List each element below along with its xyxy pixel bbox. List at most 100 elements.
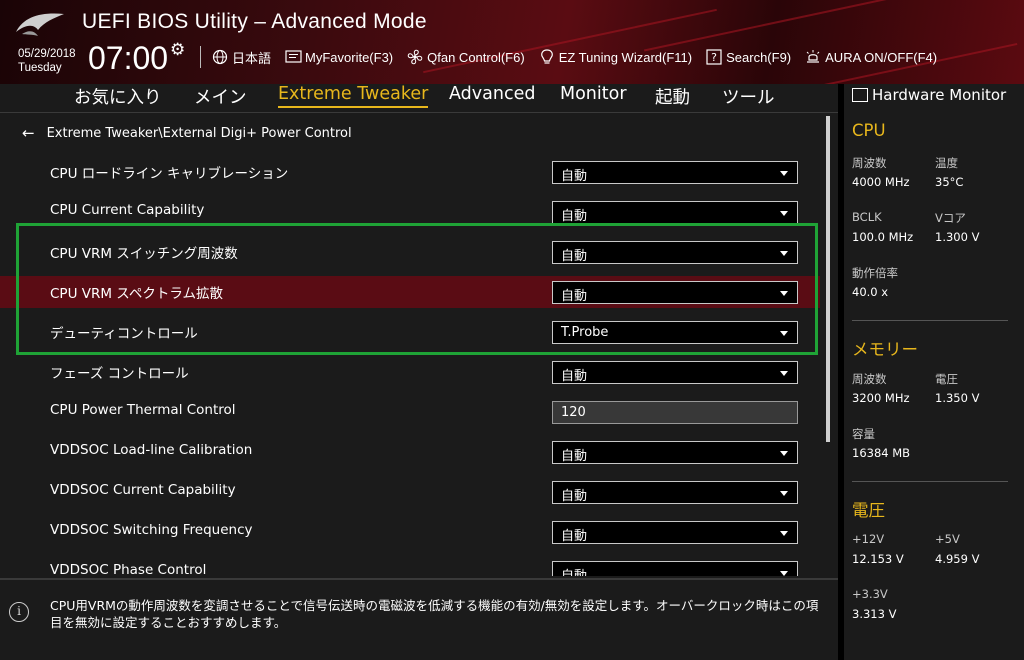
tab-advanced[interactable]: Advanced [449,84,535,104]
clock: 07:00 [88,40,169,76]
cpu-freq-label: 周波数 [852,156,887,170]
caret-down-icon [780,171,788,176]
voltage-12v-value: 12.153 V [852,552,904,566]
aura-toggle-label: AURA ON/OFF(F4) [825,49,938,65]
ez-tuning-wizard-button[interactable]: EZ Tuning Wizard(F11) [538,48,692,66]
setting-label: VDDSOC Phase Control [50,562,207,576]
cpu-bclk-value: 100.0 MHz [852,230,914,244]
setting-dropdown[interactable]: 自動 [552,521,798,544]
dropdown-value: 自動 [561,529,588,544]
tab-extreme-tweaker[interactable]: Extreme Tweaker [278,84,429,108]
favorite-icon [284,48,302,66]
setting-label: VDDSOC Current Capability [50,482,236,498]
rog-logo-icon [16,13,64,36]
cpu-vcore-label: Vコア [935,211,966,225]
memory-freq-label: 周波数 [852,372,887,386]
dropdown-value: 自動 [561,489,588,504]
voltage-5v-value: 4.959 V [935,552,980,566]
dropdown-value: 自動 [561,449,588,464]
setting-row[interactable]: CPU ロードライン キャリブレーション 自動 [0,156,820,188]
header-bar: UEFI BIOS Utility – Advanced Mode 05/29/… [0,0,1024,84]
setting-input[interactable]: 120 [552,401,798,424]
setting-row[interactable]: VDDSOC Switching Frequency 自動 [0,516,820,548]
setting-label: フェーズ コントロール [50,366,189,382]
cpu-ratio-label: 動作倍率 [852,266,898,280]
scrollbar[interactable] [826,116,830,442]
dropdown-value: 自動 [561,369,588,384]
fan-icon [406,48,424,66]
globe-icon [211,48,229,66]
myfavorite-label: MyFavorite(F3) [305,49,394,65]
setting-dropdown[interactable]: 自動 [552,361,798,384]
search-icon: ? [705,48,723,66]
setting-row[interactable]: CPU Power Thermal Control 120 [0,396,820,428]
toolbar-separator [200,46,201,68]
tab-main[interactable]: メイン [194,84,247,109]
main-panel: お気に入り メイン Extreme Tweaker Advanced Monit… [0,84,838,578]
day-label: Tuesday [18,62,62,74]
settings-list: CPU ロードライン キャリブレーション 自動 CPU Current Capa… [0,152,820,576]
dropdown-value: 自動 [561,569,587,576]
dropdown-value: 自動 [561,169,588,184]
setting-row[interactable]: フェーズ コントロール 自動 [0,356,820,388]
tab-boot[interactable]: 起動 [655,84,690,109]
myfavorite-button[interactable]: MyFavorite(F3) [284,48,393,66]
svg-text:?: ? [711,51,717,64]
setting-dropdown[interactable]: 自動 [552,561,798,576]
setting-row[interactable]: VDDSOC Load-line Calibration 自動 [0,436,820,468]
header-decoration [643,0,1017,52]
toolbar: 日本語 MyFavorite(F3) Qfan Control(F6) EZ T… [200,46,950,68]
setting-dropdown[interactable]: 自動 [552,201,798,224]
voltage-33v-label: +3.3V [852,587,888,601]
setting-dropdown[interactable]: 自動 [552,161,798,184]
voltage-33v-value: 3.313 V [852,607,897,621]
section-divider [852,320,1008,321]
back-arrow-icon[interactable]: ← [22,124,35,142]
memory-volt-label: 電圧 [935,372,958,386]
setting-label: VDDSOC Switching Frequency [50,522,253,538]
caret-down-icon [780,211,788,216]
cpu-ratio-value: 40.0 x [852,285,889,299]
tab-favorites[interactable]: お気に入り [74,84,162,109]
memory-heading: メモリー [852,340,918,359]
tab-monitor[interactable]: Monitor [560,84,627,104]
setting-label: CPU Power Thermal Control [50,402,236,418]
caret-down-icon [780,371,788,376]
setting-row[interactable]: VDDSOC Current Capability 自動 [0,476,820,508]
caret-down-icon [780,571,788,576]
date-label: 05/29/2018 [18,48,76,60]
dropdown-value: 自動 [561,209,588,224]
search-button[interactable]: ? Search(F9) [705,48,791,66]
hardware-monitor-panel: Hardware Monitor CPU 周波数 温度 4000 MHz 35°… [838,84,1024,660]
language-button[interactable]: 日本語 [211,48,271,67]
memory-freq-value: 3200 MHz [852,391,910,405]
aura-icon [804,48,822,66]
setting-dropdown[interactable]: 自動 [552,441,798,464]
cpu-freq-value: 4000 MHz [852,175,910,189]
setting-label: VDDSOC Load-line Calibration [50,442,253,458]
help-bar: i CPU用VRMの動作周波数を変調させることで信号伝送時の電磁波を低減する機能… [0,578,838,660]
setting-dropdown[interactable]: 自動 [552,481,798,504]
aura-toggle-button[interactable]: AURA ON/OFF(F4) [804,48,937,66]
voltage-5v-label: +5V [935,532,960,546]
bulb-icon [538,48,556,66]
qfan-control-label: Qfan Control(F6) [427,49,525,65]
breadcrumb: ← Extreme Tweaker\External Digi+ Power C… [22,124,352,142]
caret-down-icon [780,451,788,456]
setting-row[interactable]: VDDSOC Phase Control 自動 [0,556,820,576]
tab-tool[interactable]: ツール [722,84,775,109]
hardware-monitor-title: Hardware Monitor [852,86,1006,104]
info-icon: i [9,602,29,622]
cpu-vcore-value: 1.300 V [935,230,980,244]
monitor-icon [852,88,868,102]
cpu-bclk-label: BCLK [852,210,882,224]
cpu-temp-value: 35°C [935,175,964,189]
cpu-temp-label: 温度 [935,156,958,170]
annotation-highlight-box [16,223,818,355]
ez-tuning-wizard-label: EZ Tuning Wizard(F11) [558,49,693,65]
setting-label: CPU ロードライン キャリブレーション [50,166,289,182]
memory-capacity-value: 16384 MB [852,446,911,460]
gear-icon[interactable]: ⚙ [170,40,185,60]
qfan-control-button[interactable]: Qfan Control(F6) [406,48,525,66]
input-value: 120 [561,405,586,420]
